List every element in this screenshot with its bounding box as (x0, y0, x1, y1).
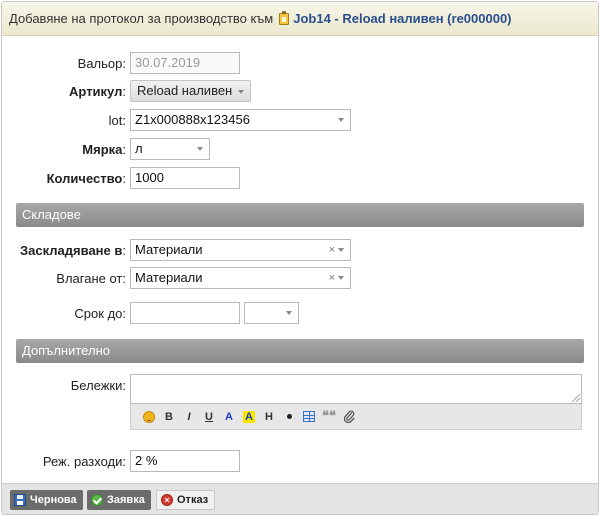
highlight-icon: A (243, 410, 255, 423)
clear-icon[interactable]: × (329, 240, 335, 260)
chevron-down-icon (338, 118, 344, 122)
editor-toolbar: B I U A A H ❝❝ (130, 404, 582, 430)
valor-row: Вальор: 30.07.2019 (2, 52, 598, 76)
article-row: Артикул: Reload наливен (2, 80, 598, 104)
bold-button[interactable]: B (159, 407, 179, 427)
request-label: Заявка (107, 494, 145, 506)
article-label: Артикул: (69, 84, 126, 99)
store-from-row: Влагане от: Материали × (2, 267, 598, 291)
notes-textarea[interactable] (130, 374, 582, 404)
store-in-select[interactable]: Материали × (130, 239, 351, 261)
draft-label: Чернова (30, 494, 77, 506)
job-link[interactable]: Job14 - Reload наливен (re000000) (293, 11, 511, 26)
lot-label: lot: (108, 113, 126, 128)
bullet-icon (286, 414, 292, 419)
request-button[interactable]: Заявка (87, 490, 151, 510)
lot-value: Z1x000888x123456 (135, 112, 250, 127)
chevron-down-icon (238, 89, 245, 94)
store-in-value: Материали (135, 242, 203, 257)
attach-button[interactable] (339, 407, 359, 427)
valor-label: Вальор: (77, 56, 126, 71)
check-icon (91, 494, 103, 506)
quantity-label: Количество: (46, 171, 126, 186)
emoji-button[interactable] (139, 407, 159, 427)
heading-button[interactable]: H (259, 407, 279, 427)
paperclip-icon (343, 410, 355, 423)
chevron-down-icon (338, 248, 344, 252)
close-icon: × (161, 494, 173, 506)
store-in-label: Заскладяване в: (20, 243, 126, 258)
measure-select[interactable]: л (130, 138, 210, 160)
draft-button[interactable]: Чернова (10, 490, 83, 510)
quantity-row: Количество: 1000 (2, 167, 598, 191)
article-value: Reload наливен (137, 83, 233, 98)
deadline-label: Срок до: (74, 306, 126, 321)
cancel-label: Отказ (177, 494, 209, 506)
dialog-titlebar: Добавяне на протокол за производство към… (2, 2, 598, 36)
highlight-button[interactable]: A (239, 407, 259, 427)
store-from-select[interactable]: Материали × (130, 267, 351, 289)
dialog-footer: Чернова Заявка × Отказ (2, 483, 598, 514)
lot-select[interactable]: Z1x000888x123456 (130, 109, 351, 131)
smiley-icon (143, 410, 155, 423)
overhead-row: Реж. разходи: 2 % (2, 450, 598, 474)
quote-icon: ❝❝ (322, 409, 336, 424)
save-icon (14, 494, 26, 506)
quantity-input[interactable]: 1000 (130, 167, 240, 189)
table-icon (303, 411, 315, 422)
clipboard-icon (279, 10, 290, 25)
deadline-row: Срок до: (2, 302, 598, 326)
text-color-button[interactable]: A (219, 407, 239, 427)
overhead-input[interactable]: 2 % (130, 450, 240, 472)
article-select[interactable]: Reload наливен (130, 80, 252, 102)
store-in-row: Заскладяване в: Материали × (2, 239, 598, 263)
section-additional: Допълнително (16, 339, 584, 363)
store-from-value: Материали (135, 270, 203, 285)
valor-input[interactable]: 30.07.2019 (130, 52, 240, 74)
deadline-time-select[interactable] (244, 302, 299, 324)
chevron-down-icon (338, 276, 344, 280)
measure-label: Мярка: (82, 142, 126, 157)
overhead-label: Реж. разходи: (42, 454, 126, 469)
chevron-down-icon (197, 147, 203, 151)
dialog-title-prefix: Добавяне на протокол за производство към (9, 11, 274, 26)
deadline-date-input[interactable] (130, 302, 240, 324)
table-button[interactable] (299, 407, 319, 427)
list-button[interactable] (279, 407, 299, 427)
store-from-label: Влагане от: (56, 271, 126, 286)
cancel-button[interactable]: × Отказ (156, 490, 216, 510)
italic-button[interactable]: I (179, 407, 199, 427)
dialog: Добавяне на протокол за производство към… (1, 1, 599, 515)
clear-icon[interactable]: × (329, 268, 335, 288)
lot-row: lot: Z1x000888x123456 (2, 109, 598, 133)
measure-row: Мярка: л (2, 138, 598, 162)
section-stores: Складове (16, 203, 584, 227)
measure-value: л (135, 141, 143, 156)
notes-label: Бележки: (70, 378, 126, 393)
chevron-down-icon (286, 311, 292, 315)
resize-grip-icon[interactable] (572, 394, 580, 402)
quote-button[interactable]: ❝❝ (319, 407, 339, 427)
underline-button[interactable]: U (199, 407, 219, 427)
